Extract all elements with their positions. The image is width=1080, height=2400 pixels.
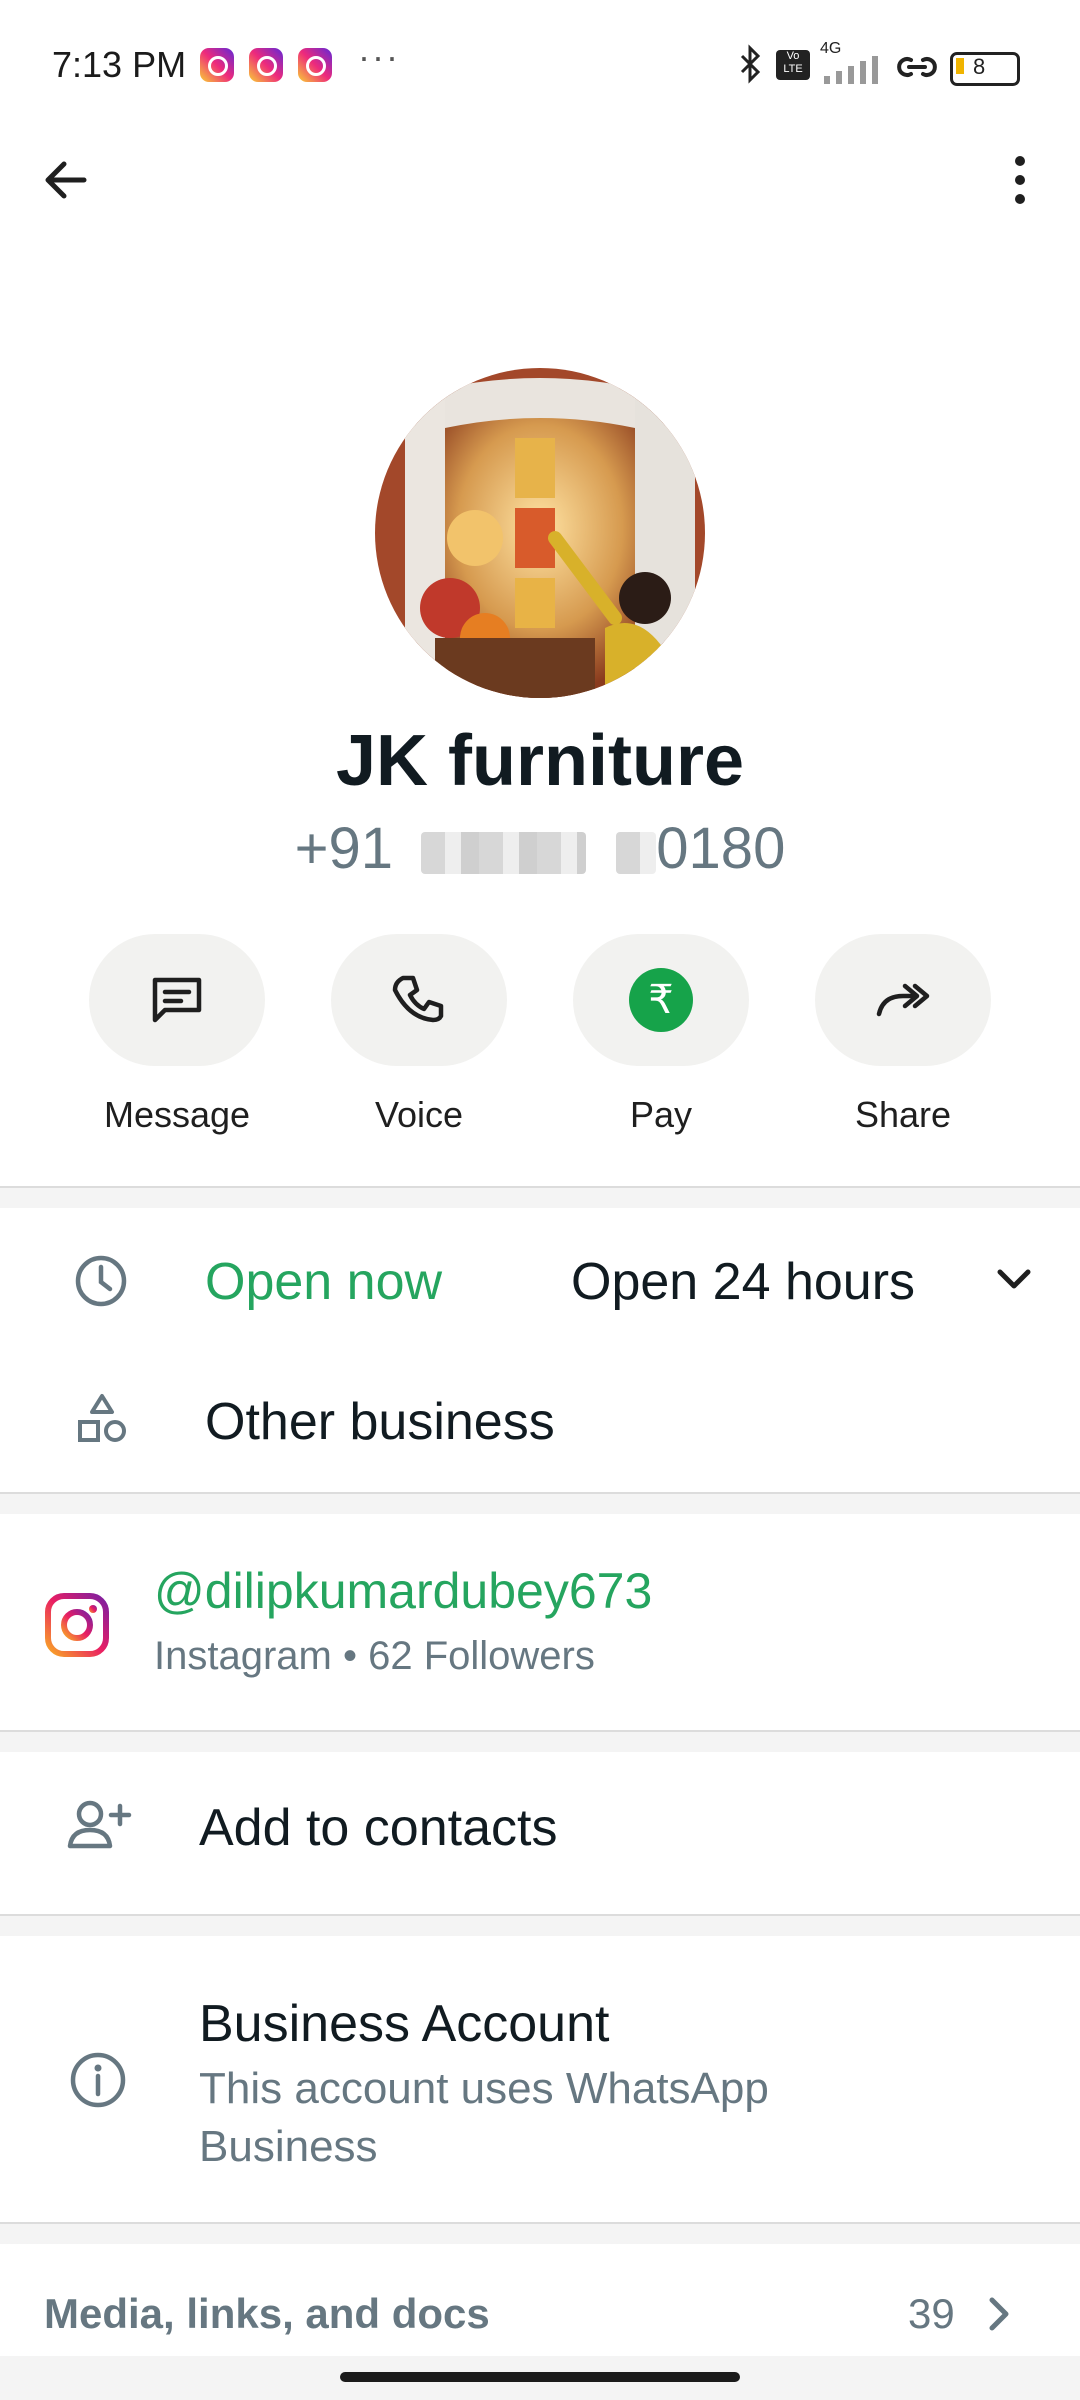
message-button[interactable] [89,934,265,1066]
media-links-docs-row[interactable]: Media, links, and docs 39 [0,2244,1080,2374]
hours-expand-button[interactable] [990,1256,1038,1309]
more-notifications-icon: ··· [358,36,400,77]
phone-suffix: 0180 [656,816,786,881]
bluetooth-icon [738,44,764,89]
media-count: 39 [908,2290,955,2337]
business-hours[interactable]: Open 24 hours [571,1252,915,1312]
battery-level: 8 [973,54,986,79]
status-time: 7:13 PM [52,44,187,85]
phone-prefix: +91 [294,816,394,881]
section-divider [0,1914,1080,1936]
voice-label: Voice [374,1094,464,1135]
section-divider [0,1492,1080,1514]
rupee-icon: ₹ [629,968,693,1032]
signal-icon [822,56,884,91]
home-gesture-handle[interactable] [340,2372,740,2382]
profile-phone: +91 0180 [0,815,1080,882]
pay-button[interactable]: ₹ [573,934,749,1066]
add-person-icon [64,1794,134,1863]
battery-icon: 8 [950,50,1020,86]
profile-name: JK furniture [335,721,745,801]
business-category: Other business [205,1393,555,1451]
share-label: Share [854,1094,952,1135]
instagram-notification-icon [298,48,332,82]
category-shapes-icon [72,1390,132,1455]
instagram-notification-icon [200,48,234,82]
business-account-title: Business Account [199,1995,610,2053]
arrow-back-icon [45,161,87,199]
section-divider [0,2222,1080,2244]
redacted-digits [421,831,587,874]
more-vertical-icon [1015,156,1025,204]
media-links-docs-label: Media, links, and docs [44,2290,490,2337]
instagram-row[interactable]: @dilipkumardubey673 Instagram • 62 Follo… [0,1514,1080,1730]
more-options-button[interactable] [988,148,1052,212]
volte-icon: Vo LTE [776,50,810,80]
hotspot-link-icon [895,50,939,89]
status-bar: 7:13 PM ··· Vo LTE 4G 8 [0,0,1080,130]
share-icon [876,983,930,1017]
section-divider [0,1730,1080,1752]
redacted-digits [616,831,657,874]
chevron-down-icon [997,1269,1031,1289]
phone-icon [392,975,444,1023]
chevron-right-icon [980,2288,1020,2345]
business-account-description: This account uses WhatsApp [199,2064,769,2113]
business-open-status: Open now [205,1253,443,1311]
add-to-contacts-label: Add to contacts [199,1799,558,1857]
section-divider [0,1186,1080,1208]
business-account-description: Business [199,2122,378,2171]
voice-call-button[interactable] [331,934,507,1066]
profile-avatar[interactable] [375,368,705,698]
instagram-details: Instagram • 62 Followers [154,1634,595,1678]
info-icon [66,2048,130,2117]
instagram-icon [44,1592,110,1663]
clock-icon [70,1250,132,1317]
share-button[interactable] [815,934,991,1066]
back-button[interactable] [34,148,98,212]
pay-label: Pay [629,1094,693,1135]
add-to-contacts-row[interactable]: Add to contacts [0,1752,1080,1912]
instagram-notification-icon [249,48,283,82]
message-label: Message [103,1094,251,1135]
message-icon [152,977,202,1023]
business-account-row[interactable]: Business Account This account uses Whats… [0,1936,1080,2222]
instagram-handle[interactable]: @dilipkumardubey673 [154,1562,652,1620]
